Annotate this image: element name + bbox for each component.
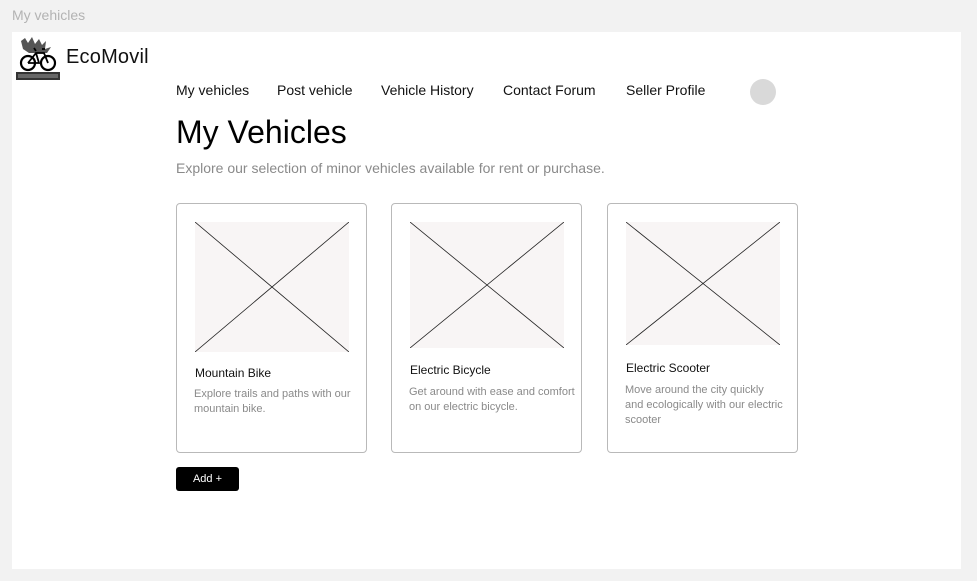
image-placeholder-icon	[626, 222, 780, 345]
card-description: Get around with ease and comfort on our …	[409, 386, 575, 413]
vehicle-card-electric-bicycle[interactable]: Electric Bicycle Get around with ease an…	[391, 203, 582, 453]
brand-name: EcoMovil	[66, 46, 149, 68]
nav-item-post-vehicle[interactable]: Post vehicle	[277, 82, 352, 98]
bicycle-logo-icon	[16, 37, 60, 80]
nav-item-seller-profile[interactable]: Seller Profile	[626, 82, 705, 98]
nav-item-vehicle-history[interactable]: Vehicle History	[381, 82, 474, 98]
image-placeholder-icon	[195, 222, 349, 352]
nav-item-contact-forum[interactable]: Contact Forum	[503, 82, 596, 98]
card-title: Electric Bicycle	[410, 363, 491, 377]
page-title: My Vehicles	[176, 114, 347, 150]
avatar[interactable]	[750, 79, 776, 105]
page-subtitle: Explore our selection of minor vehicles …	[176, 160, 605, 176]
nav-item-my-vehicles[interactable]: My vehicles	[176, 82, 249, 98]
page-canvas: EcoMovil My vehicles Post vehicle Vehicl…	[12, 32, 961, 569]
card-description: Move around the city quickly and ecologi…	[625, 384, 783, 426]
vehicle-card-mountain-bike[interactable]: Mountain Bike Explore trails and paths w…	[176, 203, 367, 453]
card-description: Explore trails and paths with our mounta…	[194, 388, 351, 415]
add-vehicle-button[interactable]: Add +	[176, 467, 239, 491]
card-title: Mountain Bike	[195, 366, 272, 380]
frame-title: My vehicles	[12, 7, 86, 23]
card-title: Electric Scooter	[626, 361, 711, 375]
image-placeholder-icon	[410, 222, 564, 348]
vehicle-card-electric-scooter[interactable]: Electric Scooter Move around the city qu…	[607, 203, 798, 453]
